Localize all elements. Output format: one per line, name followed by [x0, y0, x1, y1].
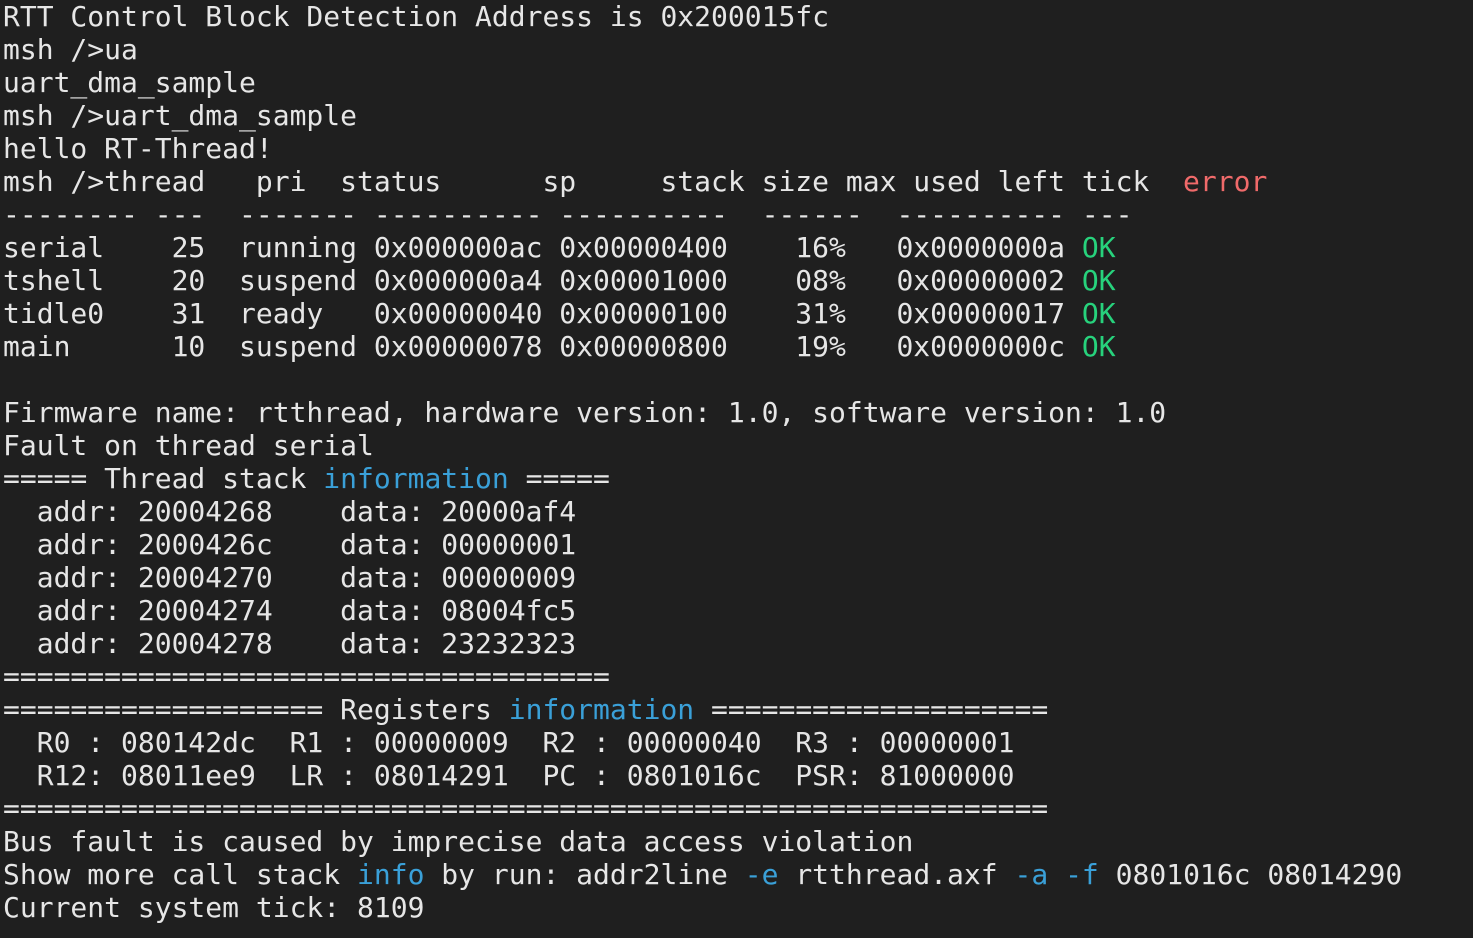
terminal-line-row-main: main 10 suspend 0x00000078 0x00000800 19…	[3, 330, 1473, 363]
terminal-line-stack-5: addr: 20004278 data: 23232323	[3, 627, 1473, 660]
terminal-line-cmd-uart: msh />uart_dma_sample	[3, 99, 1473, 132]
terminal-line-reg-1: R0 : 080142dc R1 : 00000009 R2 : 0000004…	[3, 726, 1473, 759]
terminal-text-segment: tidle0 31 ready 0x00000040 0x00000100 31…	[3, 297, 1082, 330]
terminal-output[interactable]: RTT Control Block Detection Address is 0…	[0, 0, 1473, 938]
terminal-line-firmware: Firmware name: rtthread, hardware versio…	[3, 396, 1473, 429]
terminal-text-segment: hello RT-Thread!	[3, 132, 273, 165]
terminal-line-tick: Current system tick: 8109	[3, 891, 1473, 924]
terminal-line-cmd-ua: msh />ua	[3, 33, 1473, 66]
terminal-text-segment: ====================================	[3, 660, 610, 693]
terminal-text-segment: =====	[508, 462, 610, 495]
terminal-text-segment: -a	[1014, 858, 1049, 891]
terminal-text-segment: addr: 20004270 data: 00000009	[3, 561, 577, 594]
terminal-line-row-tshell: tshell 20 suspend 0x000000a4 0x00001000 …	[3, 264, 1473, 297]
terminal-line-row-serial: serial 25 running 0x000000ac 0x00000400 …	[3, 231, 1473, 264]
terminal-text-segment: msh />uart_dma_sample	[3, 99, 358, 132]
terminal-text-segment: RTT Control Block Detection Address is 0…	[3, 0, 830, 33]
terminal-text-segment: -------- --- ------- ---------- --------…	[3, 198, 1133, 231]
terminal-text-segment: tshell 20 suspend 0x000000a4 0x00001000 …	[3, 264, 1082, 297]
terminal-text-segment: Show more call stack	[3, 858, 358, 891]
terminal-text-segment: OK	[1081, 330, 1116, 363]
terminal-line-stack-2: addr: 2000426c data: 00000001	[3, 528, 1473, 561]
terminal-line-show-more: Show more call stack info by run: addr2l…	[3, 858, 1473, 891]
terminal-text-segment: rtthread.axf	[778, 858, 1015, 891]
terminal-line-hello: hello RT-Thread!	[3, 132, 1473, 165]
terminal-text-segment: ===== Thread stack	[3, 462, 324, 495]
terminal-text-segment: OK	[1081, 297, 1116, 330]
terminal-line-reg-header: =================== Registers informatio…	[3, 693, 1473, 726]
terminal-text-segment: Bus fault is caused by imprecise data ac…	[3, 825, 914, 858]
terminal-text-segment: Current system tick: 8109	[3, 891, 425, 924]
terminal-text-segment: Fault on thread serial	[3, 429, 374, 462]
terminal-text-segment: msh />thread pri status sp stack size ma…	[3, 165, 1184, 198]
terminal-text-segment: addr: 20004278 data: 23232323	[3, 627, 577, 660]
terminal-text-segment: addr: 20004268 data: 20000af4	[3, 495, 577, 528]
terminal-text-segment: information	[508, 693, 695, 726]
terminal-text-segment: error	[1183, 165, 1268, 198]
terminal-line-bus-fault: Bus fault is caused by imprecise data ac…	[3, 825, 1473, 858]
terminal-line-stack-4: addr: 20004274 data: 08004fc5	[3, 594, 1473, 627]
terminal-text-segment: 0801016c 08014290	[1098, 858, 1403, 891]
terminal-text-segment: R12: 08011ee9 LR : 08014291 PC : 0801016…	[3, 759, 1015, 792]
terminal-text-segment: ====================	[694, 693, 1049, 726]
terminal-line-thread-header: msh />thread pri status sp stack size ma…	[3, 165, 1473, 198]
terminal-line-rtt: RTT Control Block Detection Address is 0…	[3, 0, 1473, 33]
terminal-line-stack-1: addr: 20004268 data: 20000af4	[3, 495, 1473, 528]
terminal-text-segment: R0 : 080142dc R1 : 00000009 R2 : 0000004…	[3, 726, 1015, 759]
terminal-line-stack-header: ===== Thread stack information =====	[3, 462, 1473, 495]
terminal-line-reg-footer: ========================================…	[3, 792, 1473, 825]
terminal-line-fault: Fault on thread serial	[3, 429, 1473, 462]
terminal-text-segment: msh />ua	[3, 33, 138, 66]
terminal-line-reg-2: R12: 08011ee9 LR : 08014291 PC : 0801016…	[3, 759, 1473, 792]
terminal-line-row-tidle0: tidle0 31 ready 0x00000040 0x00000100 31…	[3, 297, 1473, 330]
terminal-text-segment: by run: addr2line	[424, 858, 745, 891]
terminal-line-thread-separator: -------- --- ------- ---------- --------…	[3, 198, 1473, 231]
terminal-line-complete-uart: uart_dma_sample	[3, 66, 1473, 99]
terminal-text-segment: -f	[1065, 858, 1099, 891]
terminal-text-segment: -e	[744, 858, 779, 891]
terminal-text-segment: uart_dma_sample	[3, 66, 256, 99]
terminal-text-segment: info	[357, 858, 425, 891]
terminal-line-stack-footer: ====================================	[3, 660, 1473, 693]
terminal-text-segment: =================== Registers	[3, 693, 509, 726]
terminal-text-segment: Firmware name: rtthread, hardware versio…	[3, 396, 1167, 429]
terminal-text-segment: OK	[1081, 264, 1116, 297]
terminal-text-segment: main 10 suspend 0x00000078 0x00000800 19…	[3, 330, 1082, 363]
terminal-text-segment: addr: 20004274 data: 08004fc5	[3, 594, 577, 627]
terminal-line-stack-3: addr: 20004270 data: 00000009	[3, 561, 1473, 594]
terminal-text-segment: information	[323, 462, 509, 495]
terminal-text-segment: serial 25 running 0x000000ac 0x00000400 …	[3, 231, 1082, 264]
terminal-text-segment: ========================================…	[3, 792, 1049, 825]
terminal-text-segment: OK	[1081, 231, 1116, 264]
terminal-text-segment: addr: 2000426c data: 00000001	[3, 528, 577, 561]
